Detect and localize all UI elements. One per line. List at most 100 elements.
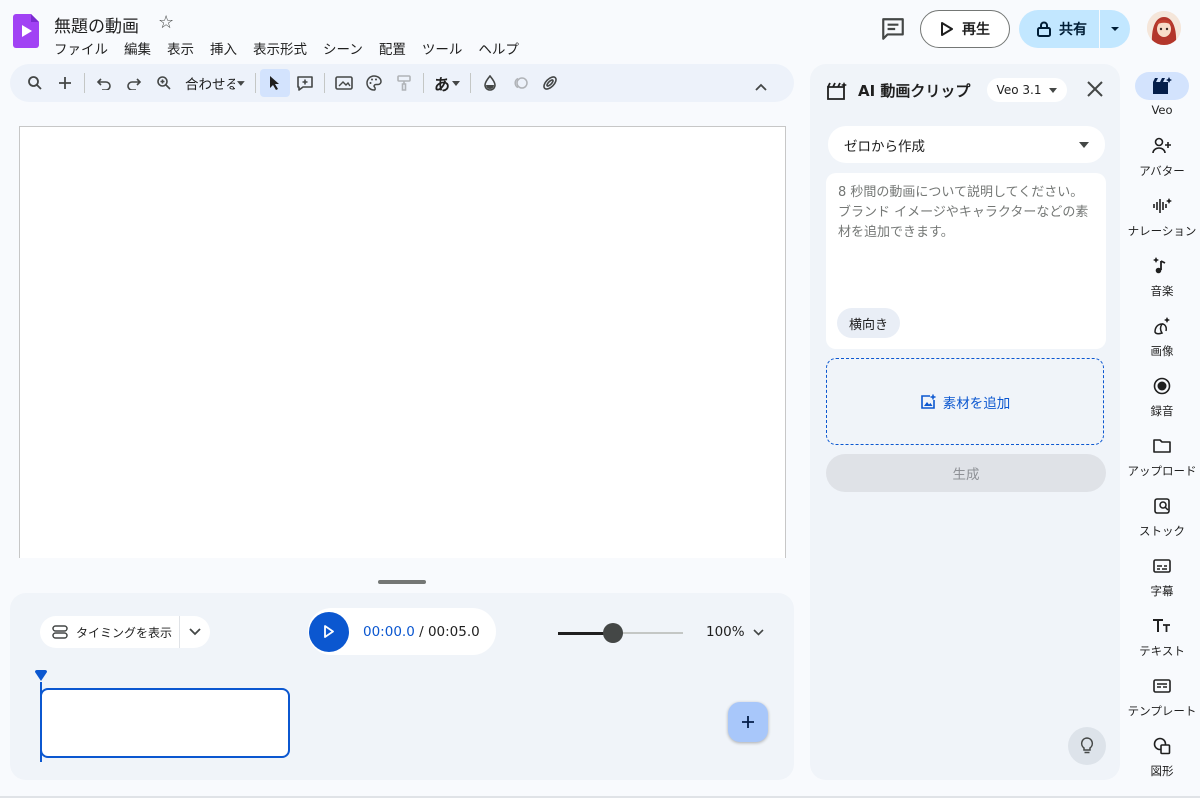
comment-icon[interactable] [880,16,906,42]
rail-label-captions: 字幕 [1150,584,1174,598]
select-cursor-icon[interactable] [260,69,290,97]
caret-down-icon [1079,141,1089,148]
rail-label-upload: アップロード [1127,464,1197,478]
model-select[interactable]: Veo 3.1 [987,78,1067,102]
vids-logo-icon[interactable] [13,14,39,48]
menu-format[interactable]: 表示形式 [253,38,307,58]
total-time: 00:05.0 [427,623,480,640]
rail-item-text[interactable]: テキスト [1124,612,1200,659]
rail-item-captions[interactable]: 字幕 [1124,552,1200,599]
toolbar-divider [84,73,85,93]
paint-format-icon[interactable] [389,69,419,97]
add-material-button[interactable]: 素材を追加 [826,358,1104,445]
toolbar-divider [470,73,471,93]
animation-icon[interactable] [505,69,535,97]
avatar-add-icon [1142,132,1182,160]
rail-label-stock: ストック [1139,524,1185,538]
show-timing-label: タイミングを表示 [76,625,173,640]
lock-icon [1037,21,1051,37]
music-icon [1142,252,1182,280]
orientation-chip[interactable]: 横向き [837,308,901,338]
rail-item-record[interactable]: 録音 [1124,372,1200,419]
link-icon[interactable] [535,69,565,97]
rail-item-avatar[interactable]: アバター [1124,132,1200,179]
timeline-play-button[interactable] [309,611,349,652]
menu-tools[interactable]: ツール [422,38,463,58]
menu-help[interactable]: ヘルプ [478,38,519,58]
redo-icon[interactable] [119,69,149,97]
toolbar-divider [255,73,256,93]
zoom-slider-knob[interactable] [603,623,623,643]
document-title[interactable]: 無題の動画 [54,12,139,37]
panel-title: AI 動画クリップ [858,82,971,100]
record-icon [1142,372,1182,400]
search-icon[interactable] [20,69,50,97]
menu-bar: ファイル 編集 表示 挿入 表示形式 シーン 配置 ツール ヘルプ [54,38,535,58]
time-separator: / [414,623,428,640]
menu-file[interactable]: ファイル [54,38,108,58]
zoom-select[interactable]: 合わせる [179,73,251,93]
font-select[interactable]: あ [428,71,466,95]
rail-label-image: 画像 [1150,344,1174,358]
prompt-placeholder: 8 秒間の動画について説明してください。ブランド イメージやキャラクターなどの素… [838,185,1089,240]
menu-scene[interactable]: シーン [323,38,363,58]
toolbar-divider [324,73,325,93]
rail-item-template[interactable]: テンプレート [1124,672,1200,719]
rail-item-stock[interactable]: ストック [1124,492,1200,539]
collapse-toolbar-icon[interactable] [746,73,776,101]
rail-item-upload[interactable]: アップロード [1124,432,1200,479]
scene-clip[interactable] [40,688,290,758]
rail-label-shapes: 図形 [1150,764,1174,778]
font-icon: あ [433,75,450,94]
caret-down-icon [452,80,460,86]
generate-button[interactable]: 生成 [826,454,1106,492]
add-image-icon [920,394,936,409]
chevron-down-icon [189,628,201,636]
scene-canvas[interactable] [19,126,786,558]
theme-palette-icon[interactable] [359,69,389,97]
undo-icon[interactable] [89,69,119,97]
playhead-marker-icon[interactable] [34,670,48,682]
caret-down-icon [1111,27,1119,31]
playback-controls: 00:00.0 / 00:05.0 [308,608,496,655]
caret-down-icon [1049,87,1058,93]
resize-handle[interactable] [378,580,426,584]
rail-label-template: テンプレート [1127,704,1197,718]
ai-video-clip-panel: AI 動画クリップ Veo 3.1 ゼロから作成 8 秒間の動画について説明して… [810,64,1120,780]
rail-item-shapes[interactable]: 図形 [1124,732,1200,779]
background-icon[interactable] [329,69,359,97]
account-avatar[interactable] [1147,11,1181,45]
rail-item-veo[interactable]: Veo [1124,72,1200,117]
menu-view[interactable]: 表示 [167,38,194,58]
share-label: 共有 [1059,22,1087,38]
prompt-input[interactable]: 8 秒間の動画について説明してください。ブランド イメージやキャラクターなどの素… [826,173,1106,349]
close-icon[interactable] [1084,78,1106,100]
show-timing-button[interactable]: タイミングを表示 [40,616,179,648]
rail-label-record: 録音 [1150,404,1174,418]
lightbulb-icon[interactable] [1068,727,1106,765]
clapperboard-sparkle-icon [827,81,847,100]
play-button[interactable]: 再生 [920,10,1010,48]
creation-mode-select[interactable]: ゼロから作成 [828,126,1105,163]
zoom-icon[interactable] [149,69,179,97]
playhead-line [40,682,42,762]
fill-color-icon[interactable] [475,69,505,97]
add-text-box-icon[interactable] [290,69,320,97]
timing-dropdown[interactable] [180,628,210,636]
add-icon[interactable] [50,69,80,97]
timeline-zoom-select[interactable]: 100% [706,624,764,640]
panel-header: AI 動画クリップ [826,80,970,101]
menu-edit[interactable]: 編集 [124,38,151,58]
zoom-slider[interactable] [558,623,683,643]
template-icon [1142,672,1182,700]
rail-item-narration[interactable]: ナレーション [1124,192,1200,239]
menu-arrange[interactable]: 配置 [379,38,406,58]
star-icon[interactable]: ☆ [158,12,174,33]
rail-item-image[interactable]: 画像 [1124,312,1200,359]
add-scene-button[interactable] [728,702,768,742]
add-material-label: 素材を追加 [942,395,1011,412]
menu-insert[interactable]: 挿入 [210,38,237,58]
rail-item-music[interactable]: 音楽 [1124,252,1200,299]
share-dropdown[interactable] [1100,10,1130,48]
share-button[interactable]: 共有 [1019,10,1099,48]
